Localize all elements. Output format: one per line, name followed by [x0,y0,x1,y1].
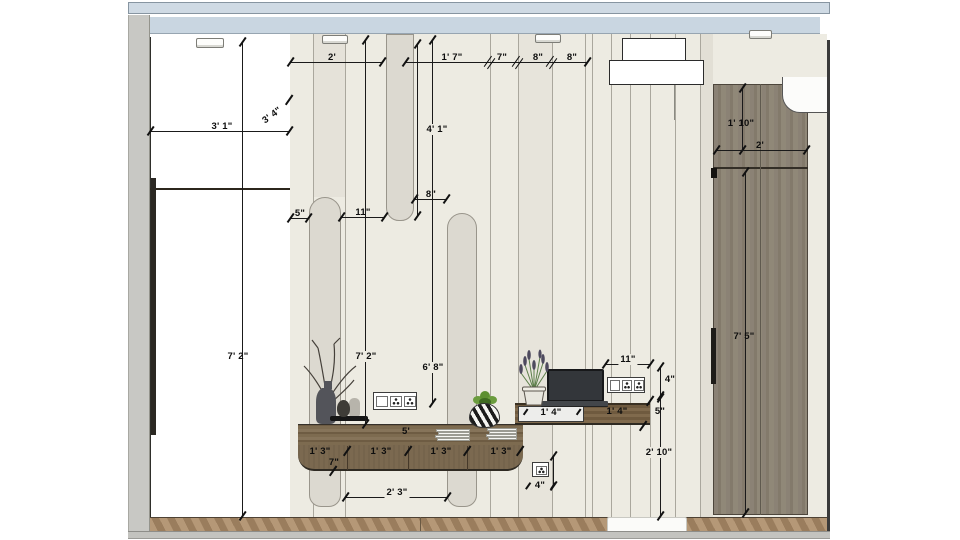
book [437,438,470,441]
dim-label-console-2ft3: 2' 3" [384,487,410,498]
decor-tray [330,416,368,421]
dim-label-shelf-1ft4: 1' 4" [606,406,628,417]
dim-label-wardrobe-width: 3' 1" [211,121,233,132]
dim-label-top-8in: 8" [566,52,578,63]
socket-module [634,380,644,391]
dim-label-drawer-1ft3: 1' 3" [490,446,512,457]
dim-line [660,367,661,396]
dim-label-drawer-1ft3: 1' 3" [309,446,331,457]
dim-label-gap-11in: 11" [355,207,371,218]
wall-seam [585,34,586,517]
dim-label-wall-6ft8: 6' 8" [420,362,446,373]
decor-egg-sculpture [337,400,350,417]
dim-line [242,42,243,516]
dim-label-wardrobe-height: 7' 2" [227,351,249,362]
fixture-pendant-line [674,85,675,120]
wardrobe-handle [711,168,717,178]
elevation-drawing: 2' 1' 7" 7" 8" 8" 3' 1" 3' 4" 7' 2" 5" 1… [0,0,960,540]
power-socket-panel [373,392,417,410]
dim-line [417,44,418,216]
lavender-plant [519,349,549,406]
recessed-light [535,34,561,43]
dim-label-gap-8in: 8" [425,189,437,200]
baseboard [128,531,830,539]
dim-label-tray-1ft4: 1' 4" [540,407,562,418]
floor [150,517,827,531]
dim-line [365,40,366,424]
dim-label-drawer-1ft3: 1' 3" [370,446,392,457]
dim-line [290,62,383,63]
recessed-light [749,30,772,39]
dim-label-top-8in: 8" [532,52,544,63]
ceiling-fixture-top [622,38,686,61]
dim-label-top-2ft: 2' [328,52,336,63]
dim-label-socket-11in: 11" [618,354,638,365]
floor-joint [420,517,421,531]
wall-panel-band [518,34,552,517]
recessed-light [196,38,224,48]
ceiling-cove [148,17,820,34]
dim-label-right-2ft: 2' [756,140,764,151]
wall-seam [611,34,612,517]
power-socket-panel [607,377,645,393]
wall-seam [630,34,631,517]
wall-seam [675,34,676,517]
dim-label-top-7in: 7" [496,52,508,63]
left-wall-edge [128,15,150,537]
power-socket-single [532,462,549,477]
dim-label-groove-4ft1: 4' 1" [424,124,450,135]
socket-module [404,396,416,407]
ceiling-notch [782,77,827,113]
dim-label-right-7ft5: 7' 5" [733,331,755,342]
wall-panel-band [700,34,713,517]
right-wall-edge-line [827,40,830,538]
wardrobe-handle [711,328,716,384]
ceiling-fixture-bottom [609,60,704,85]
slat-wardrobe-seam [150,188,290,190]
dim-line [745,172,746,513]
slat-wardrobe-lower [150,189,290,518]
wardrobe-handle [151,178,156,435]
dim-label-desk-height-2ft10: 2' 10" [643,447,675,458]
wall-seam [700,34,701,517]
dim-label-small-socket-4in: 4" [534,480,546,491]
switch-module [610,380,620,391]
dim-label-top-1ft7: 1' 7" [441,52,463,63]
wall-seam [592,34,593,517]
striped-vase [469,403,500,428]
dim-label-wall-7ft2: 7' 2" [353,351,379,362]
socket-module [390,396,402,407]
laptop-screen [547,369,604,402]
dim-label-drawer-1ft3: 1' 3" [430,446,452,457]
recessed-light [322,35,348,44]
switch-module [376,396,388,407]
wall-seam [650,34,651,517]
ceiling-band-upper [128,2,830,14]
branch-plant [303,337,357,424]
dim-label-right-1ft10: 1' 10" [727,118,755,129]
socket-module [536,466,547,475]
dim-label-shelf-5in: 5" [654,406,666,417]
socket-module [622,380,632,391]
dim-label-socket-4in: 4" [664,374,676,385]
dim-label-gap-5in: 5" [294,208,306,219]
wall-seam [552,34,553,517]
dim-label-console-5ft: 5' [402,426,410,437]
dim-line [432,40,433,403]
book [488,437,517,440]
